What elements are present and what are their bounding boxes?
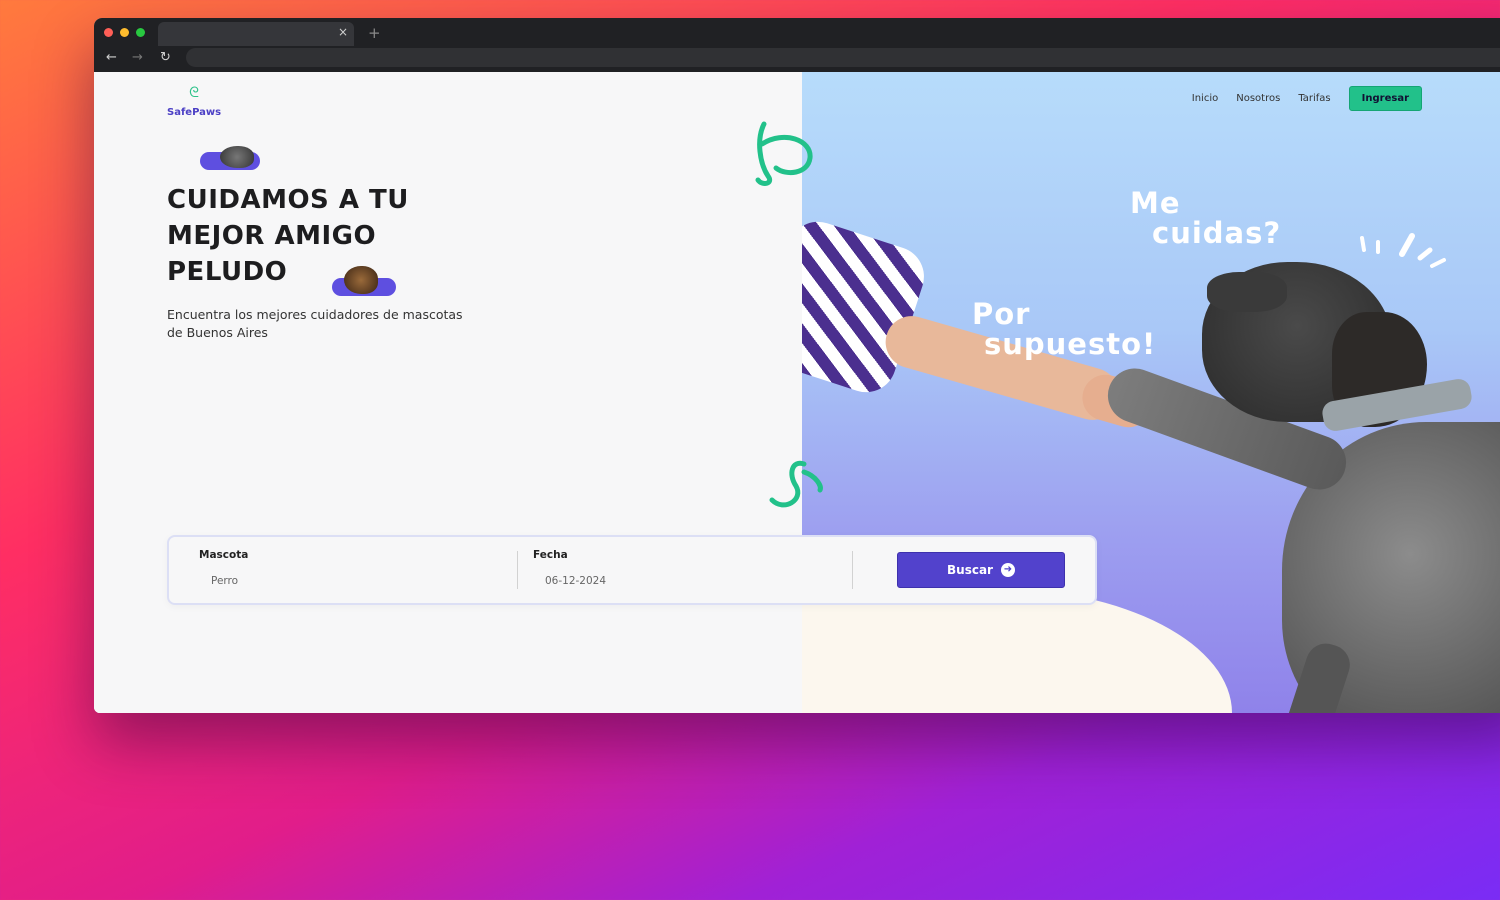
cat-pill	[200, 146, 260, 170]
top-nav: Inicio Nosotros Tarifas Ingresar	[1192, 86, 1422, 111]
pet-value[interactable]: Perro	[199, 575, 499, 587]
date-label: Fecha	[533, 549, 568, 561]
green-squiggle-icon	[755, 121, 813, 186]
date-value[interactable]: 06-12-2024	[533, 575, 833, 587]
logo-text: SafePaws	[167, 107, 222, 118]
dog-speech-line-2: cuidas?	[1152, 216, 1282, 250]
login-button[interactable]: Ingresar	[1348, 86, 1422, 111]
headline-line-1: CUIDAMOS A TU	[167, 185, 409, 215]
nav-nosotros[interactable]: Nosotros	[1236, 93, 1280, 104]
forward-icon[interactable]: →	[132, 50, 143, 65]
paw-logo-icon: ᘓ	[189, 85, 199, 101]
nav-inicio[interactable]: Inicio	[1192, 93, 1218, 104]
cat-image	[220, 146, 254, 168]
page-viewport: Me cuidas? Por supuesto! ●	[94, 72, 1500, 713]
minimize-window-button[interactable]	[120, 28, 129, 37]
human-speech: Por supuesto!	[972, 299, 1156, 359]
human-speech-line-1: Por	[972, 297, 1031, 331]
dog-speech: Me cuidas?	[1130, 188, 1281, 248]
pet-field[interactable]: Mascota Perro	[199, 549, 499, 587]
date-field[interactable]: Fecha 06-12-2024	[533, 549, 833, 587]
maximize-window-button[interactable]	[136, 28, 145, 37]
new-tab-icon[interactable]: +	[368, 24, 381, 42]
address-bar[interactable]	[186, 48, 1500, 67]
sparkle-icon	[1360, 233, 1446, 268]
field-divider	[852, 551, 853, 589]
hero-headline: CUIDAMOS A TU MEJOR AMIGO PELUDO	[167, 182, 409, 290]
tab-close-icon[interactable]: ×	[338, 25, 348, 39]
hero-subtitle: Encuentra los mejores cuidadores de masc…	[167, 307, 463, 340]
browser-window: × + ← → ↻ Me cuidas? Por supuesto! ᘓ Saf…	[94, 18, 1500, 713]
striped-sleeve	[802, 214, 932, 400]
search-button[interactable]: Buscar ➜	[897, 552, 1065, 588]
pet-label: Mascota	[199, 549, 249, 561]
headline-line-3: PELUDO	[167, 257, 288, 287]
hero-left-pane	[94, 72, 802, 713]
browser-chrome: × + ← → ↻	[94, 18, 1500, 72]
nav-tarifas[interactable]: Tarifas	[1298, 93, 1330, 104]
dog-speech-line-1: Me	[1130, 186, 1181, 220]
browser-tab[interactable]: ×	[158, 22, 354, 46]
dog-snout	[1207, 272, 1287, 312]
arrow-right-circle-icon: ➜	[1000, 563, 1015, 577]
field-divider	[517, 551, 518, 589]
search-button-label: Buscar	[947, 563, 993, 577]
headline-line-2: MEJOR AMIGO	[167, 221, 377, 251]
close-window-button[interactable]	[104, 28, 113, 37]
logo[interactable]: ᘓ SafePaws	[167, 86, 221, 119]
green-s-squiggle-icon	[769, 460, 823, 508]
human-speech-line-2: supuesto!	[984, 327, 1157, 361]
search-bar: Mascota Perro Fecha 06-12-2024 Buscar ➜	[167, 535, 1097, 605]
back-icon[interactable]: ←	[106, 50, 117, 65]
reload-icon[interactable]: ↻	[160, 50, 171, 65]
